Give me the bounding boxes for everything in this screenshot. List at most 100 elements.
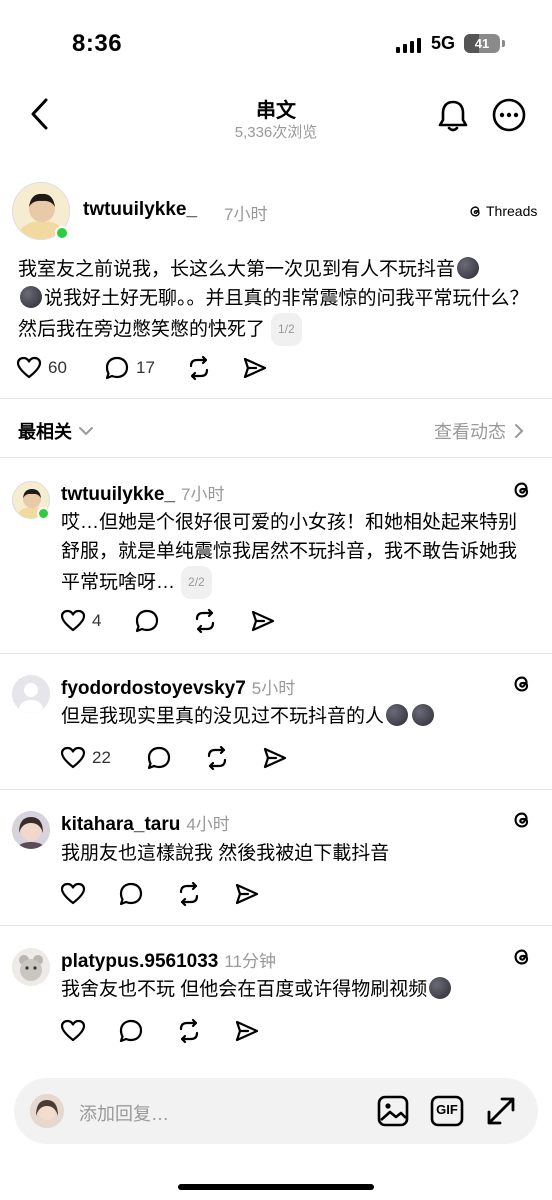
page-indicator: 1/2 xyxy=(271,313,302,346)
chevron-down-icon xyxy=(79,427,93,436)
heart-icon xyxy=(60,882,86,905)
bell-icon xyxy=(438,100,468,132)
reply-composer[interactable]: 添加回复… GIF xyxy=(14,1078,538,1144)
reply-actions xyxy=(60,881,260,907)
avatar[interactable] xyxy=(12,948,50,986)
post-username[interactable]: twtuuilykke_ xyxy=(83,199,197,221)
threads-icon[interactable] xyxy=(511,673,533,695)
repost-button[interactable] xyxy=(186,355,242,381)
image-button[interactable] xyxy=(376,1094,410,1128)
expand-button[interactable] xyxy=(484,1094,518,1128)
reply-text-content: 但是我现实里真的没见过不玩抖音的人 xyxy=(61,706,385,727)
avatar-image xyxy=(30,1094,64,1128)
home-indicator xyxy=(178,1184,374,1190)
like-button[interactable]: 22 xyxy=(60,746,146,770)
reply-username[interactable]: platypus.9561033 11分钟 xyxy=(61,947,276,973)
reply-actions xyxy=(60,1018,260,1044)
reply-time: 7小时 xyxy=(181,485,225,504)
like-count: 60 xyxy=(48,358,67,377)
reply-text-content: 我舍友也不玩 但他会在百度或许得物刷视频 xyxy=(61,979,428,1000)
repost-button[interactable] xyxy=(176,1018,234,1044)
reply-username[interactable]: twtuuilykke_ 7小时 xyxy=(61,480,225,506)
comment-button[interactable] xyxy=(134,608,192,634)
reply-username[interactable]: kitahara_taru 4小时 xyxy=(61,810,230,836)
view-activity-link[interactable]: 查看动态 xyxy=(434,418,524,444)
send-icon xyxy=(235,883,259,905)
comment-icon xyxy=(119,882,143,906)
new-moon-emoji-icon xyxy=(412,704,435,726)
share-button[interactable] xyxy=(242,355,268,381)
repost-button[interactable] xyxy=(204,745,262,771)
like-button[interactable] xyxy=(60,882,118,906)
post-body: 我室友之前说我，长这么大第一次见到有人不玩抖音 说我好土好无聊。。并且真的非常震… xyxy=(18,255,538,346)
repost-icon xyxy=(195,608,215,634)
reply-username[interactable]: fyodordostoyevsky7 5小时 xyxy=(61,674,295,700)
share-button[interactable] xyxy=(262,745,288,771)
notifications-button[interactable] xyxy=(436,98,470,134)
reply-text: 但是我现实里真的没见过不玩抖音的人 xyxy=(61,702,533,731)
sort-dropdown[interactable]: 最相关 xyxy=(18,418,94,444)
activity-label: 查看动态 xyxy=(434,422,506,442)
reply-actions: 22 xyxy=(60,745,288,771)
comment-icon xyxy=(119,1019,143,1043)
share-button[interactable] xyxy=(234,1018,260,1044)
reply-text-content: 我朋友也這樣說我 然後我被迫下載抖音 xyxy=(61,843,390,864)
username-text: kitahara_taru xyxy=(61,814,181,835)
like-count: 4 xyxy=(92,611,102,630)
like-button[interactable]: 60 xyxy=(16,356,104,380)
comment-button[interactable] xyxy=(118,881,176,907)
more-button[interactable] xyxy=(491,97,527,133)
default-avatar-icon xyxy=(12,675,50,713)
threads-icon[interactable] xyxy=(511,946,533,968)
reply-item: kitahara_taru 4小时 我朋友也這樣說我 然後我被迫下載抖音 xyxy=(0,790,552,926)
username-text: fyodordostoyevsky7 xyxy=(61,678,246,699)
image-icon xyxy=(377,1095,409,1127)
avatar[interactable] xyxy=(12,675,50,713)
heart-icon xyxy=(60,746,86,769)
threads-icon xyxy=(470,205,480,217)
reply-text-content: 哎…但她是个很好很可爱的小女孩！和她相处起来特别舒服，就是单纯震惊我居然不玩抖音… xyxy=(61,512,518,593)
repost-button[interactable] xyxy=(192,608,250,634)
send-icon xyxy=(263,747,287,769)
like-count: 22 xyxy=(92,748,111,767)
new-moon-emoji-icon xyxy=(429,977,452,999)
comment-icon xyxy=(147,746,171,770)
repost-icon xyxy=(189,355,209,381)
repost-icon xyxy=(179,881,199,907)
share-button[interactable] xyxy=(250,608,276,634)
gif-button[interactable]: GIF xyxy=(430,1094,464,1128)
avatar[interactable] xyxy=(12,811,50,849)
comment-button[interactable] xyxy=(118,1018,176,1044)
new-moon-emoji-icon xyxy=(20,286,42,308)
heart-icon xyxy=(16,356,42,379)
avatar xyxy=(30,1094,64,1128)
reply-time: 5小时 xyxy=(251,679,296,698)
share-button[interactable] xyxy=(234,881,260,907)
reply-text: 我舍友也不玩 但他会在百度或许得物刷视频 xyxy=(61,975,533,1004)
comment-button[interactable]: 17 xyxy=(104,355,186,381)
send-icon xyxy=(251,610,275,632)
threads-icon[interactable] xyxy=(511,809,533,831)
repost-icon xyxy=(207,745,227,771)
reply-text: 哎…但她是个很好很可爱的小女孩！和她相处起来特别舒服，就是单纯震惊我居然不玩抖音… xyxy=(61,508,533,599)
reply-item: platypus.9561033 11分钟 我舍友也不玩 但他会在百度或许得物刷视… xyxy=(0,926,552,1064)
post-time: 7小时 xyxy=(224,205,268,224)
reply-input[interactable]: 添加回复… xyxy=(79,1100,169,1126)
gif-label: GIF xyxy=(436,1102,458,1117)
reply-actions: 4 xyxy=(60,608,276,634)
new-moon-emoji-icon xyxy=(457,257,480,279)
sort-label: 最相关 xyxy=(18,422,72,442)
sort-bar: 最相关 查看动态 xyxy=(0,398,552,458)
threads-source-link[interactable]: Threads xyxy=(468,203,537,219)
like-button[interactable]: 4 xyxy=(60,609,134,633)
heart-icon xyxy=(60,1019,86,1042)
page-indicator: 2/2 xyxy=(181,566,212,599)
threads-icon[interactable] xyxy=(511,479,533,501)
repost-button[interactable] xyxy=(176,881,234,907)
comment-button[interactable] xyxy=(146,745,204,771)
username-text: twtuuilykke_ xyxy=(61,484,176,505)
repost-icon xyxy=(179,1018,199,1044)
like-button[interactable] xyxy=(60,1019,118,1043)
post-actions: 60 17 xyxy=(16,355,268,381)
status-bar: 8:36 5G 41 xyxy=(0,0,552,80)
